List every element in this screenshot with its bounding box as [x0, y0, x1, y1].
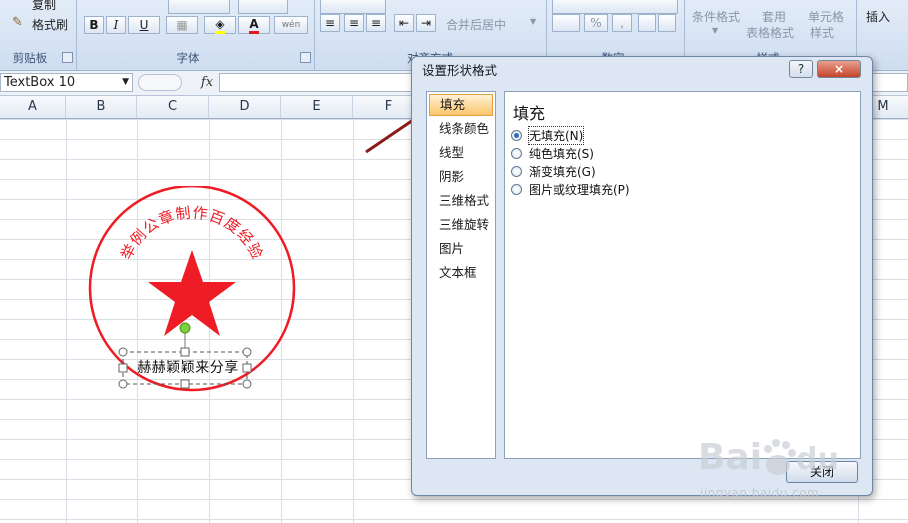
- outdent-icon: ⇤: [398, 16, 410, 30]
- nav-item-line-style[interactable]: 线型: [429, 142, 493, 164]
- font-launcher-icon[interactable]: [300, 52, 311, 63]
- font-group-label: 字体: [176, 51, 200, 65]
- merge-dropdown-icon[interactable]: ▼: [530, 17, 536, 26]
- dialog-title: 设置形状格式: [422, 63, 498, 78]
- percent-button[interactable]: %: [584, 14, 608, 32]
- formula-expand-pill[interactable]: [138, 74, 182, 91]
- star-icon: [148, 250, 236, 336]
- copy-button[interactable]: 复制: [32, 0, 56, 13]
- format-category-list: 填充 线条颜色 线型 阴影 三维格式 三维旋转 图片 文本框: [426, 91, 496, 459]
- comma-button[interactable]: ,: [612, 14, 632, 32]
- italic-button[interactable]: I: [106, 16, 126, 34]
- border-button[interactable]: ▦: [166, 16, 198, 34]
- column-header-e[interactable]: E: [281, 96, 353, 118]
- align-center-icon: ≡: [348, 16, 360, 30]
- nav-item-picture[interactable]: 图片: [429, 238, 493, 260]
- indent-icon: ⇥: [420, 16, 432, 30]
- align-left-button[interactable]: ≡: [320, 14, 340, 32]
- picture-fill-option[interactable]: 图片或纹理填充(P): [511, 180, 630, 198]
- column-header-c[interactable]: C: [137, 96, 209, 118]
- cell-style-button[interactable]: 单元格: [808, 8, 844, 25]
- decrease-decimal-button[interactable]: [658, 14, 676, 32]
- font-name-box[interactable]: [168, 0, 230, 14]
- align-right-button[interactable]: ≡: [366, 14, 386, 32]
- font-color-button[interactable]: A: [238, 16, 270, 34]
- dialog-close-icon[interactable]: ×: [817, 60, 861, 78]
- gradient-fill-radio[interactable]: [511, 165, 522, 177]
- format-painter-icon: ✎: [12, 15, 23, 30]
- nav-item-text-box[interactable]: 文本框: [429, 262, 493, 284]
- column-header-d[interactable]: D: [209, 96, 281, 118]
- name-box-value: TextBox 10: [4, 75, 76, 90]
- solid-fill-option[interactable]: 纯色填充(S): [511, 144, 594, 162]
- cell-style-label: 样式: [810, 26, 835, 40]
- picture-fill-label: 图片或纹理填充(P): [529, 182, 630, 197]
- align-center-button[interactable]: ≡: [344, 14, 364, 32]
- paint-bucket-icon: ◈: [215, 17, 225, 34]
- panel-heading: 填充: [513, 104, 546, 123]
- fill-color-button[interactable]: ◈: [204, 16, 236, 34]
- column-header-b[interactable]: B: [66, 96, 137, 118]
- vertical-align-buttons[interactable]: [320, 0, 386, 14]
- table-format-label: 表格格式: [746, 26, 795, 40]
- merge-center-button[interactable]: 合并后居中: [446, 16, 506, 33]
- help-button[interactable]: ?: [789, 60, 813, 78]
- phonetic-button[interactable]: wén: [274, 16, 308, 34]
- rotation-handle-icon[interactable]: [179, 322, 191, 334]
- align-right-icon: ≡: [370, 16, 382, 30]
- svg-text:Bai: Bai: [698, 437, 762, 478]
- column-header-a[interactable]: A: [0, 96, 66, 118]
- fx-icon[interactable]: fx: [196, 73, 218, 92]
- gradient-fill-label: 渐变填充(G): [529, 164, 596, 179]
- increase-decimal-button[interactable]: [638, 14, 656, 32]
- underline-button[interactable]: U: [128, 16, 160, 34]
- name-box-dropdown-icon[interactable]: ▼: [122, 74, 129, 91]
- apply-table-format-button[interactable]: 套用: [762, 8, 786, 25]
- solid-fill-label: 纯色填充(S): [529, 146, 594, 161]
- increase-indent-button[interactable]: ⇥: [416, 14, 436, 32]
- picture-fill-radio[interactable]: [511, 183, 522, 195]
- nav-item-3d-format[interactable]: 三维格式: [429, 190, 493, 212]
- baidu-watermark-logo: Bai du: [698, 437, 839, 478]
- font-size-box[interactable]: [238, 0, 288, 14]
- decrease-indent-button[interactable]: ⇤: [394, 14, 414, 32]
- watermark-url: jingyan.baidu.com: [700, 486, 820, 500]
- textbox-text[interactable]: 赫赫颖颖来分享: [130, 358, 246, 378]
- insert-button[interactable]: 插入: [866, 8, 890, 25]
- nav-item-line-color[interactable]: 线条颜色: [429, 118, 493, 140]
- cond-dropdown-icon: ▼: [712, 26, 719, 35]
- no-fill-radio[interactable]: [511, 129, 522, 141]
- nav-item-shadow[interactable]: 阴影: [429, 166, 493, 188]
- no-fill-label: 无填充(N): [527, 125, 585, 145]
- clipboard-group-label: 剪贴板: [12, 51, 48, 65]
- conditional-format-button[interactable]: 条件格式: [692, 8, 740, 25]
- align-left-icon: ≡: [324, 16, 336, 30]
- nav-item-fill[interactable]: 填充: [429, 94, 493, 116]
- clipboard-launcher-icon[interactable]: [62, 52, 73, 63]
- format-painter-button[interactable]: 格式刷: [32, 16, 68, 33]
- number-format-box[interactable]: [552, 0, 678, 14]
- font-color-icon: A: [249, 17, 259, 34]
- no-fill-option[interactable]: 无填充(N): [511, 125, 585, 145]
- border-icon: ▦: [176, 18, 188, 32]
- svg-text:du: du: [796, 442, 839, 477]
- fill-options-panel: 填充 无填充(N) 纯色填充(S) 渐变填充(G) 图片或纹理填充(P): [504, 91, 861, 459]
- currency-button[interactable]: [552, 14, 580, 32]
- name-box[interactable]: TextBox 10 ▼: [0, 73, 133, 92]
- bold-button[interactable]: B: [84, 16, 104, 34]
- solid-fill-radio[interactable]: [511, 147, 522, 159]
- nav-item-3d-rotation[interactable]: 三维旋转: [429, 214, 493, 236]
- gradient-fill-option[interactable]: 渐变填充(G): [511, 162, 596, 180]
